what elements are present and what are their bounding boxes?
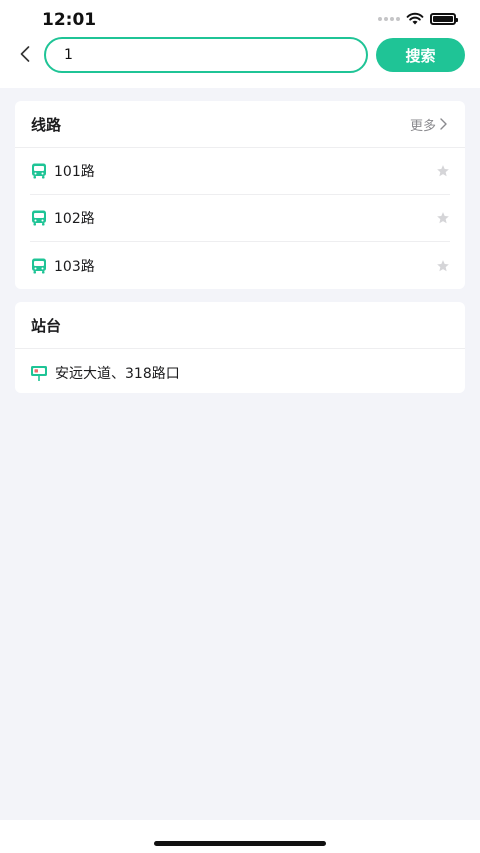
stop-row[interactable]: 安远大道、318路口: [30, 349, 450, 396]
battery-icon: [430, 12, 458, 25]
top-bar: 12:01 搜索: [0, 0, 480, 88]
home-bar: [0, 820, 480, 853]
line-label: 103路: [54, 258, 95, 275]
star-icon[interactable]: [436, 164, 450, 178]
status-time: 12:01: [42, 10, 97, 30]
bus-icon: [32, 163, 46, 179]
cellular-signal-icon: [378, 16, 400, 21]
line-row-101[interactable]: 101路: [30, 148, 450, 195]
stops-header: 站台: [15, 302, 465, 349]
lines-title: 线路: [31, 115, 62, 134]
more-lines-link[interactable]: 更多: [410, 115, 447, 134]
line-label: 102路: [54, 211, 95, 227]
search-input[interactable]: [64, 47, 366, 63]
home-indicator[interactable]: [154, 841, 326, 846]
search-field[interactable]: [44, 37, 368, 73]
star-icon[interactable]: [436, 259, 450, 273]
wifi-icon: [406, 12, 424, 25]
search-button[interactable]: 搜索: [376, 38, 465, 72]
bus-icon: [32, 210, 46, 226]
lines-header: 线路 更多: [15, 101, 465, 148]
bus-icon: [32, 258, 46, 273]
line-row-103[interactable]: 103路: [30, 242, 450, 289]
more-label: 更多: [409, 118, 436, 134]
stops-card: 站台 安远大道、318路口: [15, 302, 465, 393]
bus-stop-sign-icon: [31, 365, 47, 381]
status-icons: [378, 12, 458, 25]
chevron-right-icon: [440, 118, 447, 130]
line-row-102[interactable]: 102路: [30, 195, 450, 242]
star-icon[interactable]: [436, 211, 450, 225]
lines-card: 线路 更多 101路 102路 103路: [15, 101, 465, 289]
stop-label: 安远大道、318路口: [55, 365, 180, 382]
stops-title: 站台: [31, 316, 62, 335]
chevron-left-icon: [20, 46, 30, 62]
line-label: 101路: [54, 164, 95, 180]
back-button[interactable]: [14, 40, 36, 68]
